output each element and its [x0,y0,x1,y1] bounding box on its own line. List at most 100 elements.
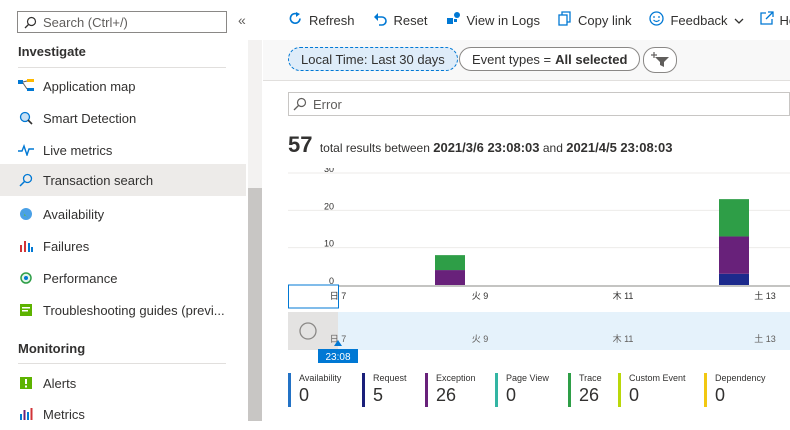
y-tick-label: 10 [324,239,334,249]
sidebar-item-alerts[interactable]: Alerts [0,367,246,399]
sidebar-item-failures[interactable]: Failures [0,230,246,262]
add-filter-button[interactable] [643,47,677,73]
filter-bar: Local Time: Last 30 days Event types = A… [263,40,790,81]
view-in-logs-button[interactable]: View in Logs [446,11,540,30]
feedback-button[interactable]: Feedback [649,10,744,30]
event-type-legend: Availability 0 Request 5 Exception 26 Page Vie… [288,373,790,418]
x-tick-label: 木 11 [613,290,634,301]
undo-icon [373,11,388,30]
sidebar-search-placeholder: Search (Ctrl+/) [43,14,128,30]
sidebar-item-label: Performance [43,270,118,286]
smiley-icon [649,10,665,30]
event-histogram-svg: 3020100日 7火 9木 11 土 13日 7火 9木 11 土 1323:08 [288,164,790,363]
time-range-filter[interactable]: Local Time: Last 30 days [288,47,458,71]
legend-item[interactable]: Availability 0 [288,373,341,407]
sidebar-item-label: Availability [43,206,105,222]
bar-segment[interactable] [435,270,465,285]
command-bar: Refresh Reset View in Logs Copy link Fee… [263,0,790,40]
sidebar: Search (Ctrl+/) « Investigate Applicatio… [0,0,246,422]
bar-segment[interactable] [719,273,749,285]
legend-item-name: Availability [299,373,342,383]
legend-item-name: Custom Event [629,373,686,383]
legend-item-name: Exception [436,373,476,383]
live-metrics-icon [18,142,34,158]
performance-icon [18,270,34,286]
view-in-logs-label: View in Logs [466,12,540,28]
results-summary: 57 total results between 2021/3/6 23:08:… [288,132,672,158]
event-histogram[interactable]: 30 20 10 0 日 7火 9木 11 土 13 日 7火 9木 11 土 13 23:08 [288,164,790,368]
timeline-tick-label: 土 13 [754,333,776,344]
timeline-selected-window[interactable] [288,312,338,350]
search-icon [24,16,37,28]
sidebar-item-label: Live metrics [43,142,113,158]
copy-link-label: Copy link [577,12,632,28]
legend-item[interactable]: Trace 26 [568,373,602,407]
external-link-icon [759,11,774,29]
x-tick-label: 土 13 [754,290,776,301]
legend-item[interactable]: Exception 26 [425,373,476,407]
reset-label: Reset [393,12,428,28]
x-tick-label: 火 9 [472,291,489,301]
sidebar-item-label: Application map [43,78,136,94]
legend-item[interactable]: Request 5 [362,373,407,407]
sidebar-item-metrics[interactable]: Metrics [0,398,246,430]
y-tick-label: 20 [324,201,334,211]
sidebar-item-application-map[interactable]: Application map [0,70,246,102]
metrics-icon [18,406,34,422]
sidebar-item-troubleshooting-guides[interactable]: Troubleshooting guides (previ... [0,294,246,326]
sidebar-search-input[interactable]: Search (Ctrl+/) [17,11,227,33]
sidebar-item-label: Troubleshooting guides (previ... [43,302,225,318]
legend-item-name: Dependency [715,373,766,383]
sidebar-item-performance[interactable]: Performance [0,262,246,294]
legend-item-count: 0 [506,385,517,405]
sidebar-item-label: Smart Detection [43,110,137,126]
bar-segment[interactable] [719,236,749,274]
timeline-overview-strip[interactable] [338,312,790,350]
sidebar-item-live-metrics[interactable]: Live metrics [0,134,246,166]
legend-item-name: Request [373,373,407,383]
legend-item-name: Page View [506,373,549,383]
search-input[interactable]: Error [288,92,790,116]
legend-item[interactable]: Dependency 0 [704,373,766,407]
section-divider [18,363,226,364]
bar-segment[interactable] [435,255,465,271]
sidebar-item-smart-detection[interactable]: Smart Detection [0,102,246,134]
search-value: Error [313,96,342,112]
refresh-icon [288,11,303,30]
timeline-start-time: 23:08 [325,352,350,363]
failures-icon [18,238,34,254]
sidebar-item-availability[interactable]: Availability [0,198,246,230]
sidebar-item-label: Transaction search [43,172,154,188]
results-text: total results between [319,141,430,155]
time-range-label: Local Time: Last 30 days [301,51,445,67]
reset-button[interactable]: Reset [373,11,428,30]
results-count: 57 [288,132,313,157]
event-types-filter[interactable]: Event types = All selected [459,47,641,71]
timeline-tick-label: 木 11 [613,333,634,344]
copy-link-button[interactable]: Copy link [558,10,632,30]
legend-item-count: 26 [436,385,457,405]
refresh-label: Refresh [309,12,355,28]
x-tick-label: 日 7 [330,291,347,301]
refresh-button[interactable]: Refresh [288,11,355,30]
y-tick-label: 30 [324,168,334,174]
legend-item[interactable]: Custom Event 0 [618,373,686,407]
search-icon [18,172,34,188]
legend-item-count: 5 [373,385,384,405]
collapse-sidebar-button[interactable]: « [238,12,246,28]
bar-segment[interactable] [719,199,749,237]
application-map-icon [18,78,34,94]
feedback-label: Feedback [670,12,728,28]
legend-item-count: 0 [629,385,640,405]
help-button[interactable]: Help [759,11,790,29]
chevron-down-icon [734,13,744,28]
search-icon [293,97,307,111]
section-title-monitoring: Monitoring [18,341,86,356]
sidebar-scrollbar-thumb[interactable] [248,188,262,421]
sidebar-item-transaction-search[interactable]: Transaction search [0,164,246,196]
timeline-tick-label: 火 9 [472,334,489,344]
event-types-value: All selected [555,51,628,67]
legend-item[interactable]: Page View 0 [495,373,549,407]
section-divider [18,67,226,68]
results-end: 2021/4/5 23:08:03 [566,140,673,155]
